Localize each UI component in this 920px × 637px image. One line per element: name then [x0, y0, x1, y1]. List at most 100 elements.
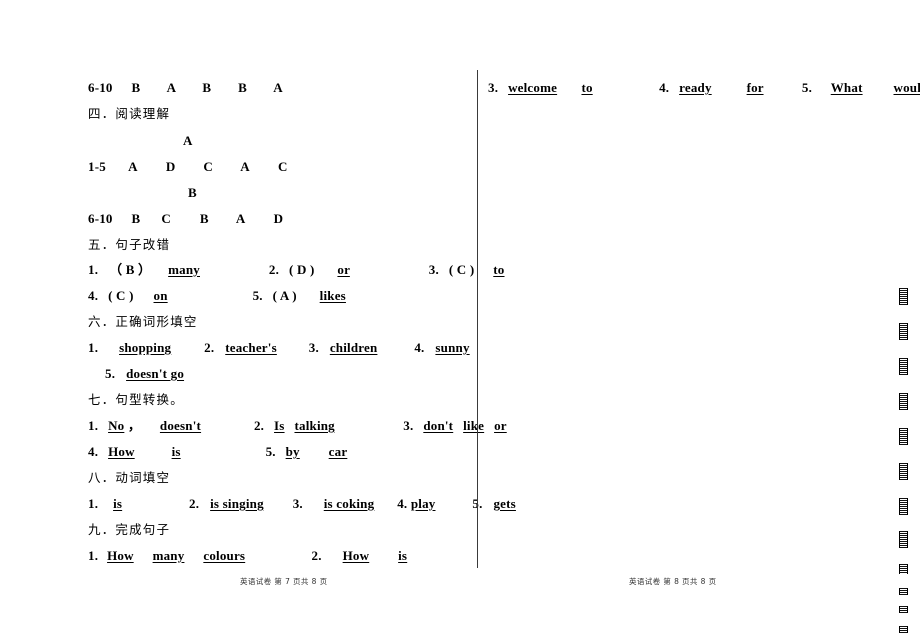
item-number: 2.: [189, 496, 200, 511]
item-number: 1.: [88, 340, 99, 355]
item-answer-part: many: [152, 548, 185, 563]
edge-mark: [899, 463, 908, 480]
item-choice: ( C ): [448, 262, 475, 277]
item-number: 4.: [414, 340, 425, 355]
item-answer: is coking: [323, 496, 375, 511]
section-heading-nine: 九．完成句子: [88, 522, 171, 537]
item-choice: ( A ): [272, 288, 297, 303]
item-answer-part: Is: [274, 418, 285, 433]
item-answer-part: What: [830, 80, 863, 95]
section-nine-row: 1. How many colours 2. How is: [88, 548, 407, 563]
item-number: 5.: [252, 288, 263, 303]
edge-mark: [899, 588, 908, 595]
item-answer: children: [329, 340, 378, 355]
section-heading-four: 四．阅读理解: [88, 106, 171, 121]
edge-mark: [899, 606, 908, 613]
answer-cell: B: [199, 211, 209, 226]
section-heading-seven: 七．句型转换。: [88, 392, 184, 407]
footer-left: 英语试卷 第 7 页共 8 页: [240, 577, 328, 586]
section-heading-five: 五．句子改错: [88, 237, 171, 252]
item-choice: （ B ）: [109, 262, 152, 277]
answer-cell: C: [161, 211, 171, 226]
right-column-row: 3. welcome to 4. ready for 5. What would: [488, 80, 920, 95]
item-number: 2.: [268, 262, 280, 277]
item-number: 3.: [403, 418, 414, 433]
section-five-row-2: 4. ( C ) on 5. ( A ) likes: [88, 288, 346, 303]
edge-mark: [899, 531, 908, 548]
item-answer-part: is: [171, 444, 181, 459]
item-number: 3.: [428, 262, 439, 277]
section-heading-eight: 八．动词填空: [88, 470, 171, 485]
answer-cell: A: [273, 80, 283, 95]
answer-cell: C: [203, 159, 213, 174]
item-answer-part: How: [108, 444, 135, 459]
section-six-row-1: 1. shopping 2. teacher's 3. children 4. …: [88, 340, 470, 355]
item-answer-part: doesn't: [159, 418, 202, 433]
passage-b-label: B: [188, 185, 197, 200]
section-seven-row-1: 1. No ， doesn't 2. Is talking 3. don't l…: [88, 418, 507, 433]
answer-cell: D: [165, 159, 176, 174]
edge-mark: [899, 393, 908, 410]
item-answer-part: is: [398, 548, 408, 563]
item-answer: is: [113, 496, 123, 511]
item-answer: or: [337, 262, 350, 277]
answer-cell: B: [131, 211, 141, 226]
item-number: 5.: [265, 444, 276, 459]
answer-cell: B: [238, 80, 248, 95]
item-answer-part: for: [746, 80, 764, 95]
item-number: 1.: [88, 548, 99, 563]
item-number: 1.: [88, 262, 99, 277]
scanned-page: 6-10 B A B B A 四．阅读理解 A 1-5 A D C A C B …: [0, 0, 920, 637]
item-number: 4.: [659, 80, 670, 95]
item-answer: likes: [319, 288, 346, 303]
edge-mark: [899, 358, 908, 375]
item-number: 1.: [88, 496, 99, 511]
item-answer: teacher's: [225, 340, 277, 355]
item-answer-part: to: [581, 80, 593, 95]
item-answer: sunny: [435, 340, 470, 355]
item-answer: many: [168, 262, 200, 277]
item-answer-part: by: [285, 444, 300, 459]
item-number: 4.: [88, 444, 99, 459]
answer-cell: B: [131, 80, 141, 95]
item-answer-part: ready: [679, 80, 712, 95]
answer-range: 1-5: [88, 159, 106, 174]
answer-cell: A: [240, 159, 250, 174]
section-six-row-2: 5. doesn't go: [105, 366, 184, 381]
answer-cell: C: [277, 159, 288, 174]
item-answer-part: talking: [294, 418, 335, 433]
passage-a-label: A: [183, 133, 193, 148]
edge-mark: [899, 288, 908, 305]
item-answer-part: welcome: [508, 80, 558, 95]
item-answer-part: No: [108, 418, 125, 433]
footer-right: 英语试卷 第 8 页共 8 页: [629, 577, 717, 586]
column-divider: [477, 70, 478, 568]
listening-answers-row: 6-10 B A B B A: [88, 80, 283, 95]
answer-cell: D: [273, 211, 284, 226]
item-comma: ，: [127, 418, 142, 433]
item-answer-part: would: [893, 80, 920, 95]
item-answer: on: [153, 288, 168, 303]
item-number: 2.: [311, 548, 322, 563]
section-eight-row: 1. is 2. is singing 3. is coking 4. play…: [88, 496, 516, 511]
edge-mark: [899, 323, 908, 340]
answer-cell: A: [128, 159, 137, 174]
item-number: 4.: [88, 288, 99, 303]
item-number: 2.: [204, 340, 215, 355]
item-answer: is singing: [210, 496, 264, 511]
item-answer-part: don't: [423, 418, 454, 433]
item-number: 4.: [397, 496, 408, 511]
item-number: 3.: [308, 340, 319, 355]
answer-cell: A: [166, 80, 176, 95]
item-number: 2.: [253, 418, 265, 433]
item-answer: doesn't go: [126, 366, 185, 381]
item-answer: gets: [493, 496, 516, 511]
item-number: 5.: [105, 366, 116, 381]
item-answer: shopping: [119, 340, 172, 355]
item-number: 1.: [88, 418, 99, 433]
edge-mark: [899, 626, 908, 633]
edge-registration-marks: [899, 288, 908, 633]
passage-a-answers-row: 1-5 A D C A C: [88, 159, 288, 174]
item-choice: ( D ): [288, 262, 315, 277]
item-answer: play: [410, 496, 436, 511]
